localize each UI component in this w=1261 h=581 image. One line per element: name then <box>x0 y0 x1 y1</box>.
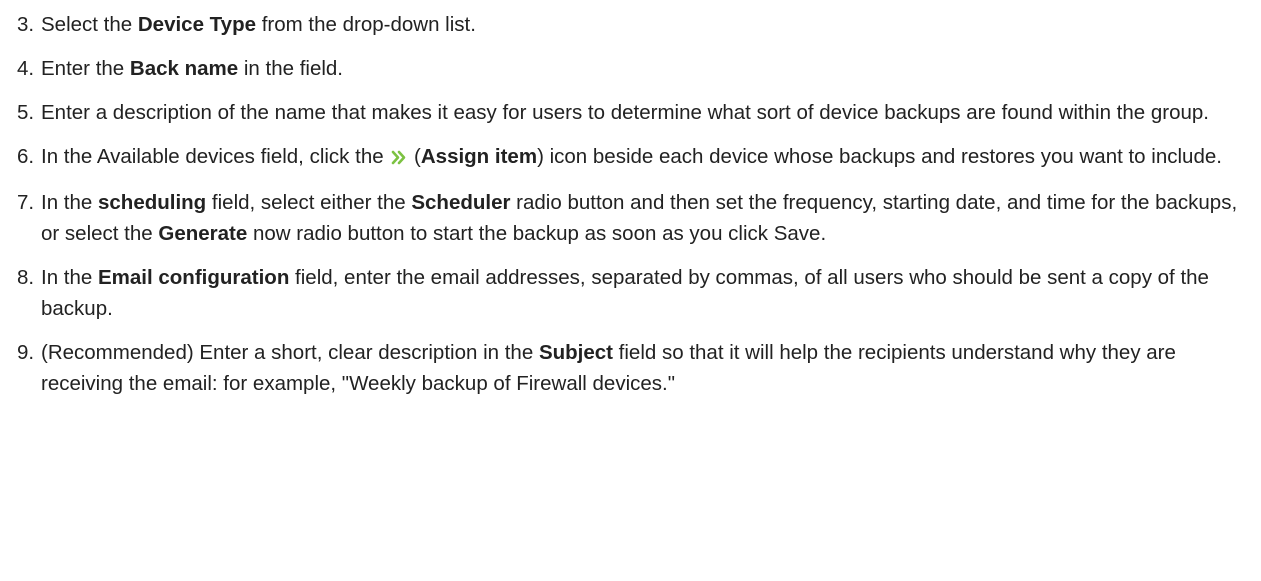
step-number: 7. <box>17 191 35 214</box>
back-name-term: Back name <box>129 57 239 80</box>
assign-item-term: Assign item <box>420 145 538 168</box>
step-5: 5. Enter a description of the name that … <box>0 97 1261 128</box>
step-text: In the scheduling field, select either t… <box>41 191 1238 245</box>
step-text: In the Available devices field, click th… <box>41 145 1222 168</box>
step-number: 4. <box>17 57 35 80</box>
step-number: 9. <box>17 341 35 364</box>
step-text: Select the Device Type from the drop-dow… <box>41 13 476 36</box>
subject-term: Subject <box>538 341 613 364</box>
instruction-steps-list: 3. Select the Device Type from the drop-… <box>0 9 1261 399</box>
step-8: 8. In the Email configuration field, ent… <box>0 262 1261 324</box>
step-number: 3. <box>17 13 35 36</box>
generate-term: Generate <box>158 222 248 245</box>
step-number: 6. <box>17 145 35 168</box>
step-9: 9. (Recommended) Enter a short, clear de… <box>0 337 1261 399</box>
step-text: (Recommended) Enter a short, clear descr… <box>41 341 1176 395</box>
double-chevron-right-icon <box>391 143 406 174</box>
step-3: 3. Select the Device Type from the drop-… <box>0 9 1261 40</box>
scheduler-term: Scheduler <box>411 191 511 214</box>
step-text: Enter the Back name in the field. <box>41 57 343 80</box>
email-configuration-term: Email configuration <box>98 266 290 289</box>
device-type-term: Device Type <box>137 13 257 36</box>
step-text: Enter a description of the name that mak… <box>41 101 1209 124</box>
step-7: 7. In the scheduling field, select eithe… <box>0 187 1261 249</box>
scheduling-term: scheduling <box>98 191 207 214</box>
step-number: 5. <box>17 101 35 124</box>
step-6: 6. In the Available devices field, click… <box>0 141 1261 174</box>
step-number: 8. <box>17 266 35 289</box>
step-4: 4. Enter the Back name in the field. <box>0 53 1261 84</box>
step-text: In the Email configuration field, enter … <box>41 266 1209 320</box>
